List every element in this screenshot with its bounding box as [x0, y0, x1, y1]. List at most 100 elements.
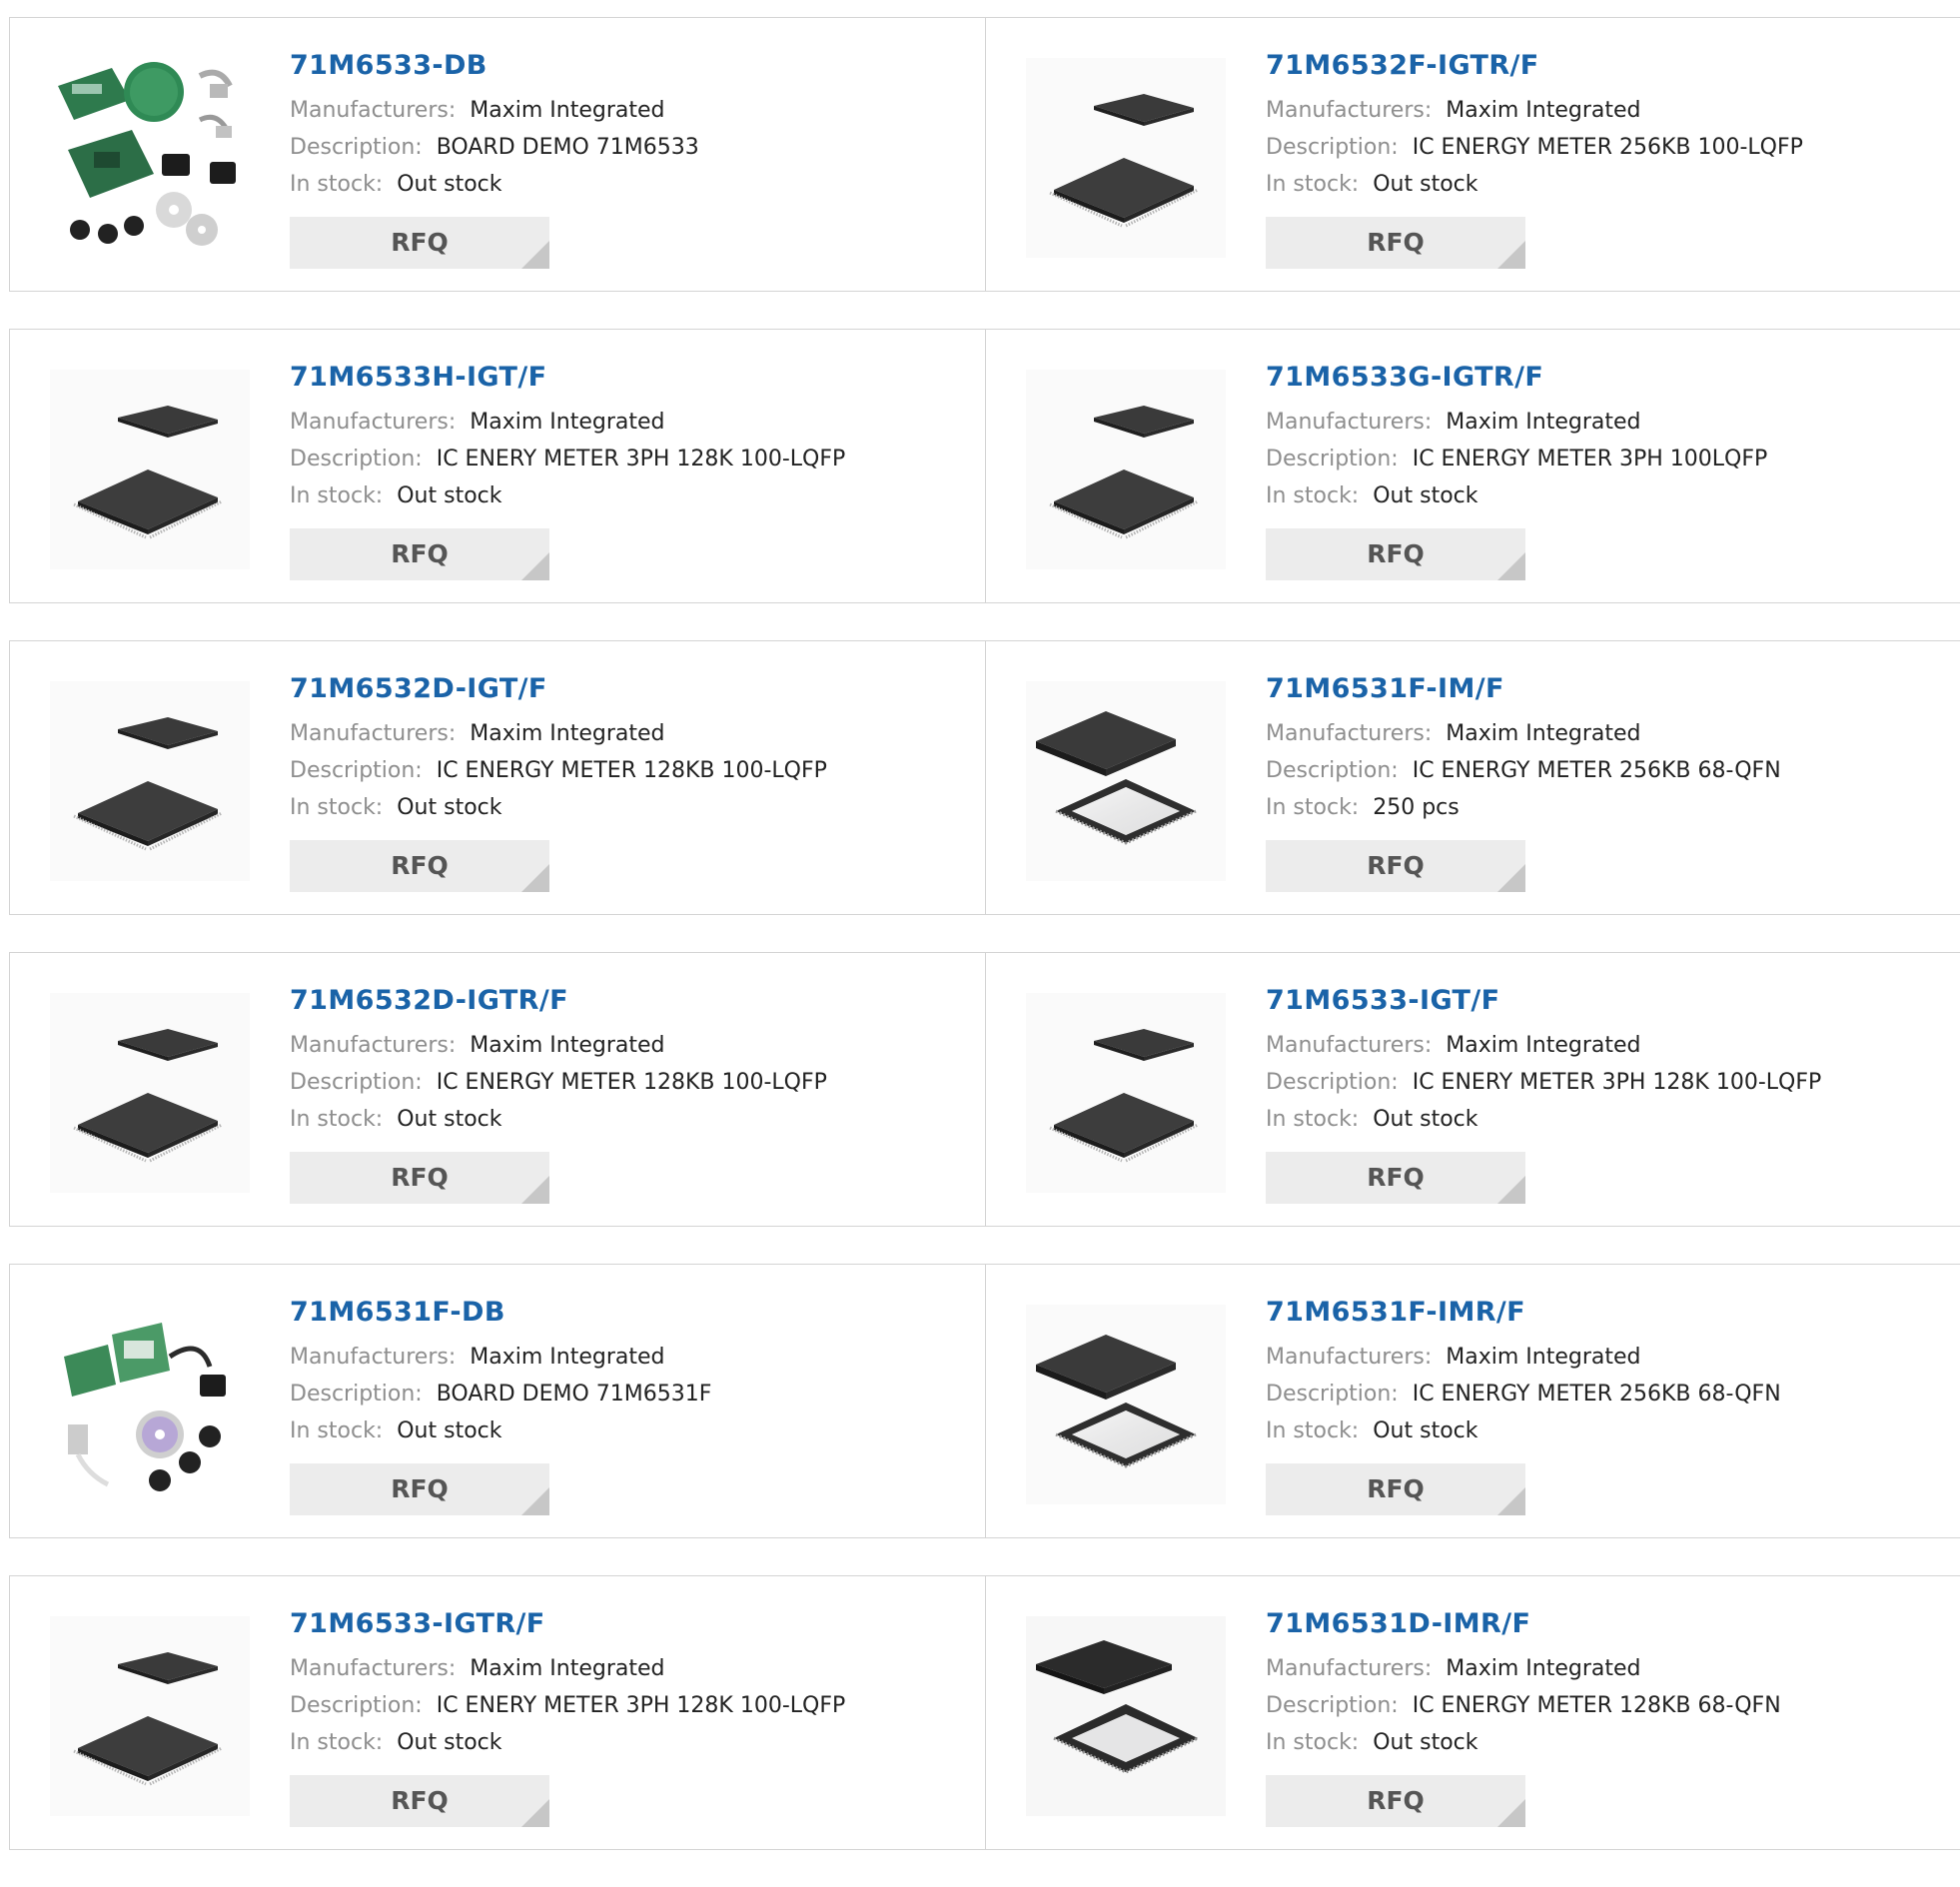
corner-triangle-icon	[1497, 864, 1525, 892]
product-info: 71M6531D-IMR/F Manufacturers: Maxim Integ…	[1266, 1604, 1781, 1827]
manufacturers-label: Manufacturers:	[290, 410, 457, 435]
manufacturer-value: Maxim Integrated	[1446, 1033, 1641, 1058]
qfn-chip-image[interactable]	[1026, 681, 1226, 881]
stock-label: In stock:	[290, 1730, 384, 1755]
manufacturer-value: Maxim Integrated	[470, 1656, 665, 1681]
description-label: Description:	[290, 1070, 423, 1095]
manufacturer-value: Maxim Integrated	[1446, 410, 1641, 435]
description-line: Description: IC ENERGY METER 128KB 68-QFN	[1266, 1687, 1781, 1724]
rfq-button[interactable]: RFQ	[1266, 1775, 1525, 1827]
description-line: Description: IC ENERGY METER 256KB 68-QFN	[1266, 1376, 1781, 1413]
manufacturers-label: Manufacturers:	[1266, 410, 1433, 435]
manufacturer-value: Maxim Integrated	[470, 98, 665, 123]
rfq-button[interactable]: RFQ	[290, 840, 549, 892]
description-line: Description: IC ENERGY METER 3PH 100LQFP	[1266, 441, 1767, 477]
stock-label: In stock:	[290, 1418, 384, 1443]
description-label: Description:	[290, 1693, 423, 1718]
rfq-label: RFQ	[391, 1786, 449, 1815]
stock-label: In stock:	[1266, 483, 1360, 508]
rfq-button[interactable]: RFQ	[290, 1463, 549, 1515]
rfq-button[interactable]: RFQ	[1266, 217, 1525, 269]
part-number-link[interactable]: 71M6533-IGTR/F	[290, 1604, 845, 1644]
part-number-link[interactable]: 71M6533-DB	[290, 46, 699, 86]
corner-triangle-icon	[1497, 552, 1525, 580]
rfq-button[interactable]: RFQ	[1266, 1463, 1525, 1515]
product-info: 71M6533-DB Manufacturers: Maxim Integrate…	[290, 46, 699, 269]
manufacturers-label: Manufacturers:	[1266, 1656, 1433, 1681]
description-line: Description: IC ENERY METER 3PH 128K 100-…	[290, 1687, 845, 1724]
stock-value: Out stock	[1373, 1107, 1478, 1132]
rfq-button[interactable]: RFQ	[290, 217, 549, 269]
stock-label: In stock:	[290, 483, 384, 508]
rfq-button[interactable]: RFQ	[1266, 1152, 1525, 1204]
description-value: IC ENERGY METER 128KB 100-LQFP	[436, 758, 827, 783]
part-number-link[interactable]: 71M6532F-IGTR/F	[1266, 46, 1803, 86]
lqfp-chip-image[interactable]	[1026, 370, 1226, 569]
product-row: 71M6532D-IGTR/F Manufacturers: Maxim Inte…	[9, 952, 1960, 1227]
stock-value: Out stock	[397, 1418, 502, 1443]
stock-value: Out stock	[397, 1107, 502, 1132]
part-number-link[interactable]: 71M6533G-IGTR/F	[1266, 358, 1767, 398]
product-row: 71M6531F-DB Manufacturers: Maxim Integrat…	[9, 1264, 1960, 1538]
demo-board-kit-image[interactable]	[50, 58, 250, 258]
corner-triangle-icon	[521, 241, 549, 269]
description-value: IC ENERY METER 3PH 128K 100-LQFP	[1412, 1070, 1822, 1095]
lqfp-chip-image[interactable]	[50, 681, 250, 881]
lqfp-chip-image[interactable]	[1026, 58, 1226, 258]
product-card: 71M6532D-IGTR/F Manufacturers: Maxim Inte…	[9, 952, 987, 1227]
description-label: Description:	[1266, 1382, 1399, 1407]
stock-label: In stock:	[1266, 172, 1360, 197]
part-number-link[interactable]: 71M6531D-IMR/F	[1266, 1604, 1781, 1644]
demo-board-kit-image[interactable]	[50, 1305, 250, 1504]
description-line: Description: IC ENERY METER 3PH 128K 100-…	[290, 441, 845, 477]
rfq-button[interactable]: RFQ	[1266, 528, 1525, 580]
manufacturer-value: Maxim Integrated	[1446, 1656, 1641, 1681]
rfq-button[interactable]: RFQ	[290, 1152, 549, 1204]
lqfp-chip-image[interactable]	[1026, 993, 1226, 1193]
lqfp-chip-image[interactable]	[50, 1616, 250, 1816]
description-label: Description:	[1266, 758, 1399, 783]
part-number-link[interactable]: 71M6531F-IM/F	[1266, 669, 1781, 709]
manufacturers-label: Manufacturers:	[1266, 98, 1433, 123]
stock-value: Out stock	[397, 172, 502, 197]
lqfp-chip-image[interactable]	[50, 370, 250, 569]
qfn-chip-image[interactable]	[1026, 1305, 1226, 1504]
qfn-chip-image[interactable]	[1026, 1616, 1226, 1816]
product-card: 71M6533-IGTR/F Manufacturers: Maxim Integ…	[9, 1575, 987, 1850]
part-number-link[interactable]: 71M6531F-DB	[290, 1293, 711, 1333]
manufacturers-label: Manufacturers:	[290, 1033, 457, 1058]
part-number-link[interactable]: 71M6531F-IMR/F	[1266, 1293, 1781, 1333]
part-number-link[interactable]: 71M6533-IGT/F	[1266, 981, 1821, 1021]
rfq-button[interactable]: RFQ	[1266, 840, 1525, 892]
description-value: IC ENERY METER 3PH 128K 100-LQFP	[436, 447, 846, 472]
stock-line: In stock: Out stock	[290, 1724, 845, 1761]
stock-line: In stock: Out stock	[290, 1413, 711, 1449]
lqfp-chip-image[interactable]	[50, 993, 250, 1193]
stock-value: Out stock	[397, 1730, 502, 1755]
stock-value: Out stock	[1373, 1418, 1478, 1443]
product-card: 71M6533-IGT/F Manufacturers: Maxim Integr…	[985, 952, 1960, 1227]
part-number-link[interactable]: 71M6532D-IGT/F	[290, 669, 827, 709]
rfq-button[interactable]: RFQ	[290, 1775, 549, 1827]
corner-triangle-icon	[521, 1176, 549, 1204]
stock-line: In stock: Out stock	[1266, 1724, 1781, 1761]
part-number-link[interactable]: 71M6533H-IGT/F	[290, 358, 845, 398]
rfq-button[interactable]: RFQ	[290, 528, 549, 580]
description-line: Description: IC ENERY METER 3PH 128K 100-…	[1266, 1064, 1821, 1101]
rfq-label: RFQ	[1367, 228, 1425, 257]
product-info: 71M6531F-DB Manufacturers: Maxim Integrat…	[290, 1293, 711, 1515]
manufacturer-line: Manufacturers: Maxim Integrated	[1266, 1027, 1821, 1064]
part-number-link[interactable]: 71M6532D-IGTR/F	[290, 981, 827, 1021]
product-card: 71M6531F-DB Manufacturers: Maxim Integrat…	[9, 1264, 987, 1538]
product-card: 71M6532D-IGT/F Manufacturers: Maxim Integ…	[9, 640, 987, 915]
stock-line: In stock: Out stock	[1266, 477, 1767, 514]
stock-label: In stock:	[290, 1107, 384, 1132]
stock-line: In stock: Out stock	[1266, 1413, 1781, 1449]
product-info: 71M6533H-IGT/F Manufacturers: Maxim Integ…	[290, 358, 845, 580]
description-label: Description:	[1266, 447, 1399, 472]
manufacturer-value: Maxim Integrated	[470, 1033, 665, 1058]
rfq-label: RFQ	[1367, 539, 1425, 568]
product-row: 71M6533H-IGT/F Manufacturers: Maxim Integ…	[9, 329, 1960, 603]
stock-label: In stock:	[290, 795, 384, 820]
manufacturer-value: Maxim Integrated	[1446, 721, 1641, 746]
